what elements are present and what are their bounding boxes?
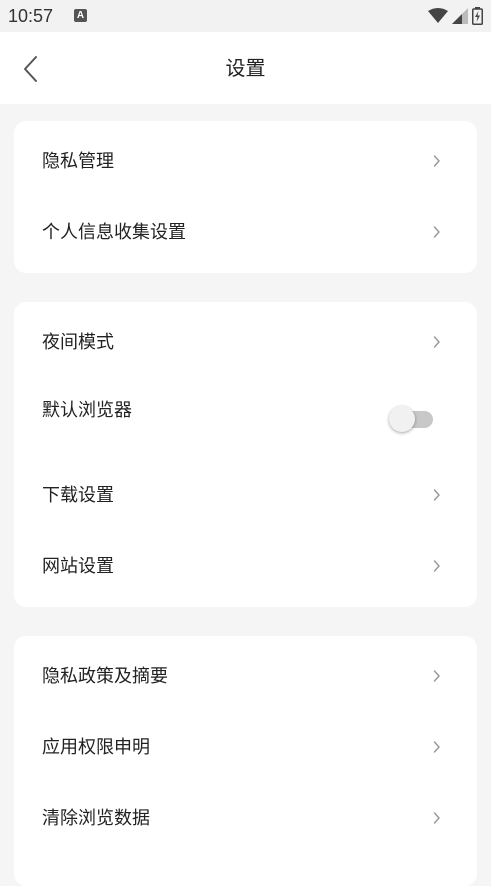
- settings-row-privacy-management[interactable]: 隐私管理: [14, 126, 477, 197]
- status-time: 10:57: [8, 6, 54, 26]
- back-chevron-icon[interactable]: [18, 54, 44, 84]
- status-icons: [428, 7, 483, 25]
- row-label: 网站设置: [42, 556, 114, 577]
- chevron-right-icon: [433, 336, 440, 348]
- settings-row-privacy-policy[interactable]: 隐私政策及摘要: [14, 641, 477, 712]
- settings-row-download[interactable]: 下载设置: [14, 460, 477, 531]
- row-label: 隐私政策及摘要: [42, 666, 168, 687]
- settings-row-app-permissions[interactable]: 应用权限申明: [14, 712, 477, 783]
- chevron-right-icon: [433, 226, 440, 238]
- row-label: 应用权限申明: [42, 737, 150, 758]
- chevron-right-icon: [433, 741, 440, 753]
- settings-row-website[interactable]: 网站设置: [14, 531, 477, 602]
- settings-group-3: 隐私政策及摘要 应用权限申明 清除浏览数据: [14, 636, 477, 886]
- row-label: 默认浏览器: [42, 400, 132, 421]
- toggle-knob: [389, 406, 415, 432]
- chevron-right-icon: [433, 489, 440, 501]
- row-label: 清除浏览数据: [42, 808, 150, 829]
- chevron-right-icon: [433, 812, 440, 824]
- page-title: 设置: [225, 56, 266, 80]
- wifi-icon: [428, 8, 448, 23]
- row-label: 夜间模式: [42, 332, 114, 353]
- row-label: 个人信息收集设置: [42, 222, 186, 243]
- row-label: 隐私管理: [42, 151, 114, 172]
- settings-group-2: 夜间模式 默认浏览器 下载设置 网站设置: [14, 302, 477, 607]
- settings-row-personal-info-collection[interactable]: 个人信息收集设置: [14, 197, 477, 268]
- settings-row-night-mode[interactable]: 夜间模式: [14, 307, 477, 378]
- chevron-right-icon: [433, 155, 440, 167]
- chevron-right-icon: [433, 560, 440, 572]
- header: 设置: [0, 32, 491, 104]
- settings-row-default-browser: 默认浏览器: [14, 378, 477, 449]
- signal-icon: [452, 8, 468, 24]
- row-label: 下载设置: [42, 485, 114, 506]
- settings-group-1: 隐私管理 个人信息收集设置: [14, 121, 477, 273]
- battery-charging-icon: [472, 7, 483, 25]
- chevron-right-icon: [433, 670, 440, 682]
- status-bar: 10:57 A: [0, 0, 491, 32]
- default-browser-toggle[interactable]: [389, 406, 435, 432]
- notification-a-icon: A: [74, 9, 87, 22]
- settings-row-clear-browsing-data[interactable]: 清除浏览数据: [14, 783, 477, 854]
